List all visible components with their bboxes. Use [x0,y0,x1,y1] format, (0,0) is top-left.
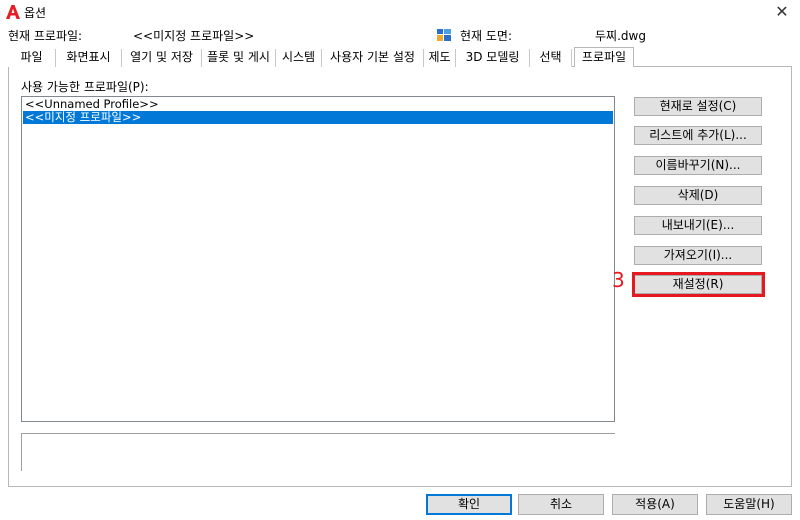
list-item[interactable]: <<미지정 프로파일>> [23,111,613,124]
tab-profiles[interactable]: 프로파일 [574,47,634,68]
tab-selection[interactable]: 선택 [530,49,572,67]
tab-strip: 파일 화면표시 열기 및 저장 플롯 및 게시 시스템 사용자 기본 설정 제도… [8,47,792,68]
tab-drafting[interactable]: 제도 [424,49,456,67]
tab-files[interactable]: 파일 [8,49,56,67]
add-to-list-button[interactable]: 리스트에 추가(L)... [634,126,762,145]
reset-highlight-box [632,272,765,297]
profiles-listbox[interactable]: <<Unnamed Profile>> <<미지정 프로파일>> [21,96,615,422]
tab-open-save[interactable]: 열기 및 저장 [122,49,202,67]
delete-button[interactable]: 삭제(D) [634,186,762,205]
profile-description-box [21,433,615,471]
available-profiles-label: 사용 가능한 프로파일(P): [21,80,149,94]
window-title: 옵션 [24,6,47,20]
tab-plot-publish[interactable]: 플롯 및 게시 [202,49,276,67]
step-number-annotation: 3 [612,268,625,292]
rename-button[interactable]: 이름바꾸기(N)... [634,156,762,175]
cancel-button[interactable]: 취소 [518,494,604,515]
current-drawing-label: 현재 도면: [460,29,513,43]
set-current-button[interactable]: 현재로 설정(C) [634,97,762,116]
apply-button[interactable]: 적용(A) [612,494,698,515]
current-profile-value: <<미지정 프로파일>> [133,29,255,43]
title-bar: 옵션 ✕ [0,0,800,24]
help-button[interactable]: 도움말(H) [706,494,792,515]
autocad-a-icon [6,5,20,19]
profile-info-row: 현재 프로파일: <<미지정 프로파일>> 현재 도면: 두찌.dwg [0,26,800,44]
tab-display[interactable]: 화면표시 [56,49,122,67]
current-drawing-value: 두찌.dwg [595,29,646,43]
drawing-file-icon [437,29,451,41]
tab-user-preferences[interactable]: 사용자 기본 설정 [322,49,424,67]
ok-button[interactable]: 확인 [426,494,512,515]
export-button[interactable]: 내보내기(E)... [634,216,762,235]
tab-3d-modeling[interactable]: 3D 모델링 [456,49,530,67]
tab-system[interactable]: 시스템 [276,49,322,67]
import-button[interactable]: 가져오기(I)... [634,246,762,265]
current-profile-label: 현재 프로파일: [8,29,83,43]
close-icon[interactable]: ✕ [772,2,792,21]
